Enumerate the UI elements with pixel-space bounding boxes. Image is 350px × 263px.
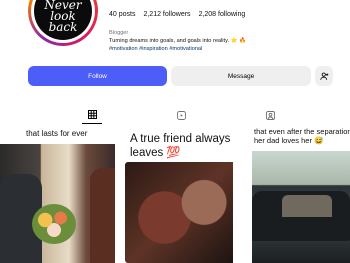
posts-grid: that lasts for ever A true friend always… (0, 124, 350, 263)
post-caption: that even after the separation, her dad … (254, 127, 350, 145)
follow-button[interactable]: Follow (28, 66, 167, 86)
post-image (0, 144, 115, 263)
post-thumbnail[interactable]: that lasts for ever (0, 124, 115, 263)
profile-tabs (0, 106, 350, 124)
avatar-text: Never look back (44, 0, 82, 34)
followers-count[interactable]: 2,212 followers (143, 11, 190, 18)
add-person-icon (319, 72, 328, 80)
flower-bouquet (32, 204, 76, 244)
message-button[interactable]: Message (171, 66, 311, 86)
post-thumbnail[interactable]: A true friend always leaves 💯 (117, 124, 233, 263)
post-image (125, 162, 233, 263)
profile-bio: Turning dreams into goals, and goals int… (109, 38, 247, 44)
post-image (252, 151, 350, 263)
post-caption-line: her dad loves her 😅 (254, 136, 324, 145)
tab-posts[interactable] (82, 106, 102, 124)
post-caption: A true friend always leaves 💯 (130, 133, 231, 159)
posts-count: 40 posts (109, 11, 136, 18)
grid-icon (87, 110, 97, 119)
following-count[interactable]: 2,208 following (199, 11, 246, 18)
profile-hashtags[interactable]: #motivation #inspiration #motivational (109, 46, 202, 52)
tagged-icon (265, 110, 275, 120)
reels-icon (176, 110, 186, 120)
suggest-people-button[interactable] (315, 66, 333, 86)
post-thumbnail[interactable]: that even after the separation, her dad … (235, 124, 350, 263)
post-caption-line: that even after the separation, (254, 127, 350, 136)
profile-stats: 40 posts 2,212 followers 2,208 following (109, 11, 245, 18)
profile-category: Blogger (109, 30, 129, 36)
profile-avatar[interactable]: Never look back (28, 0, 98, 46)
tab-tagged[interactable] (260, 106, 280, 124)
post-caption: that lasts for ever (26, 129, 88, 138)
tab-reels[interactable] (171, 106, 191, 124)
